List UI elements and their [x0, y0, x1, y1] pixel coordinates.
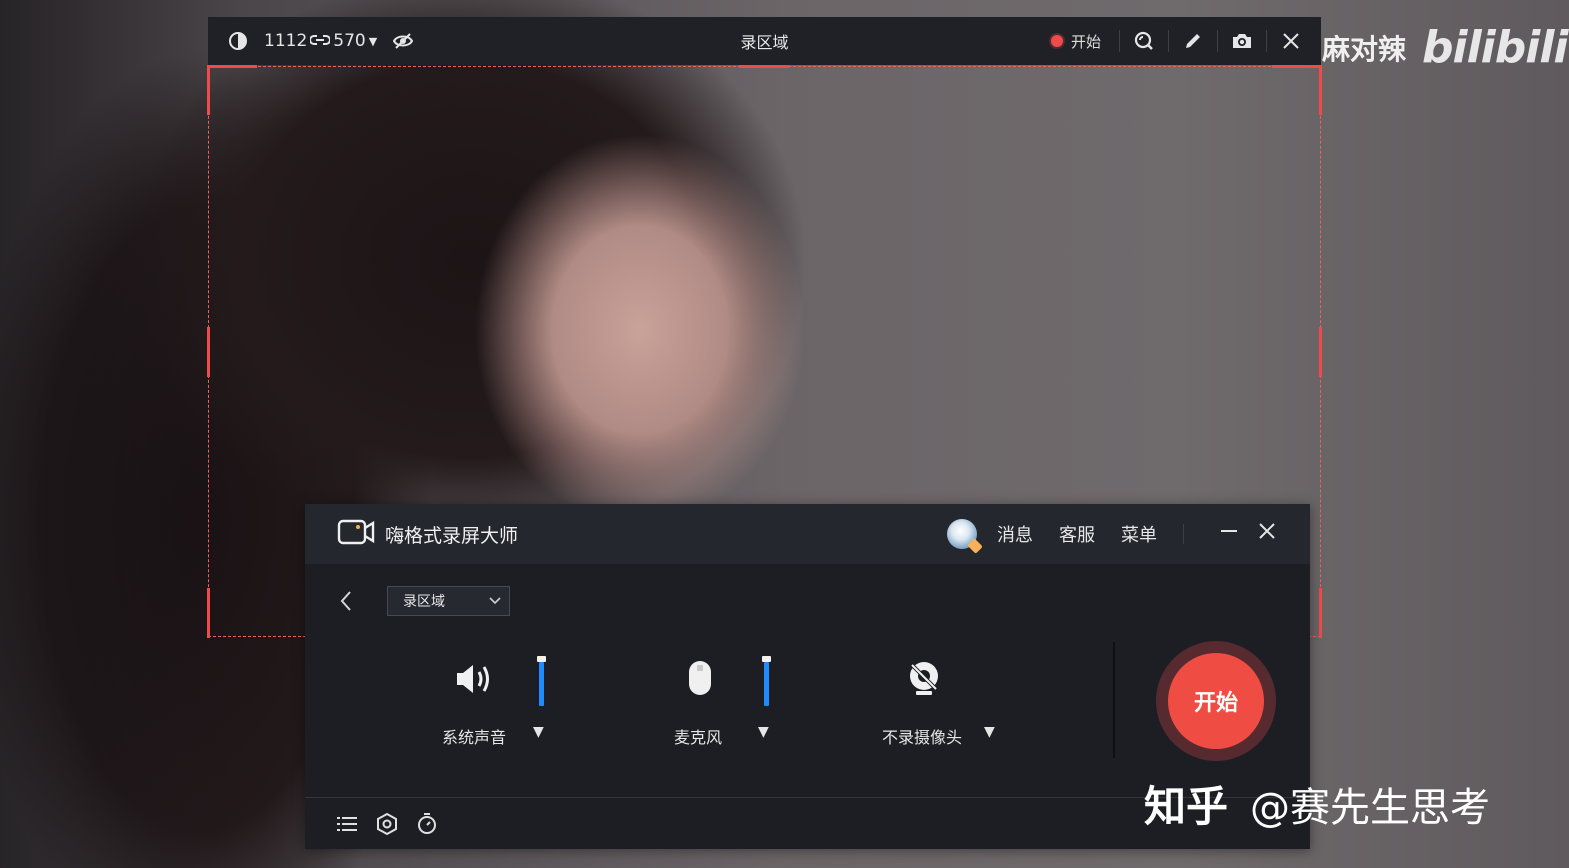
camera-screenshot-icon[interactable]: [1224, 23, 1260, 59]
toolbar-divider: [1119, 30, 1120, 52]
system-audio-label: 系统声音: [442, 728, 507, 747]
bilibili-logo: bilibili: [1422, 22, 1568, 73]
slider-track: [764, 662, 769, 706]
close-icon[interactable]: [1273, 23, 1309, 59]
resize-handle-top-left[interactable]: [207, 65, 210, 115]
magnifier-icon[interactable]: [1126, 23, 1162, 59]
app-title: 嗨格式录屏大师: [385, 524, 519, 547]
bilibili-watermark: 麻对辣 bilibili: [1322, 22, 1569, 73]
background-shade: [0, 0, 240, 868]
resize-handle-top-left[interactable]: [207, 65, 257, 68]
contrast-icon[interactable]: [220, 23, 256, 59]
slider-thumb[interactable]: [537, 656, 546, 662]
messages-link[interactable]: 消息: [997, 521, 1033, 547]
video-camera-icon: [337, 518, 375, 550]
chevron-down-icon: [489, 594, 501, 608]
back-arrow-icon[interactable]: [339, 589, 363, 619]
region-toolbar: 1112 570 ▼ 录区域 开始: [208, 17, 1321, 65]
resize-handle-bottom-left[interactable]: [207, 588, 210, 638]
controls-divider: [1113, 642, 1115, 758]
resize-handle-top-right[interactable]: [1272, 65, 1322, 68]
region-toolbar-left: 1112 570 ▼: [208, 23, 421, 59]
region-toolbar-right: 开始: [1039, 23, 1321, 59]
list-icon[interactable]: [335, 812, 359, 836]
watermark-site-name: 知乎: [1144, 782, 1229, 831]
record-mode-value: 录区域: [403, 594, 445, 610]
slider-track: [539, 662, 544, 706]
chevron-down-icon[interactable]: ▼: [533, 724, 544, 740]
minimize-icon[interactable]: [1214, 521, 1244, 547]
toolbar-divider: [1168, 30, 1169, 52]
header-divider: [1183, 524, 1184, 544]
toolbar-divider: [1266, 30, 1267, 52]
record-dot-icon: [1050, 35, 1063, 47]
toolbar-divider: [1217, 30, 1218, 52]
microphone-label: 麦克风: [674, 728, 723, 747]
region-start-label: 开始: [1070, 32, 1101, 51]
start-record-label: 开始: [1168, 653, 1264, 749]
microphone-icon[interactable]: [677, 656, 723, 702]
resize-handle-bottom-right[interactable]: [1319, 588, 1322, 638]
app-header-actions: 消息 客服 菜单: [947, 519, 1310, 549]
hide-eye-icon[interactable]: [385, 23, 421, 59]
resize-handle-right[interactable]: [1319, 327, 1322, 377]
resize-handle-top[interactable]: [739, 65, 789, 68]
app-logo: 嗨格式录屏大师: [305, 518, 518, 550]
resize-handle-left[interactable]: [207, 327, 210, 377]
support-link[interactable]: 客服: [1059, 521, 1095, 547]
microphone-volume-slider[interactable]: [762, 656, 771, 706]
speaker-icon[interactable]: [452, 656, 498, 702]
camera-label: 不录摄像头: [882, 728, 963, 747]
watermark-author: @赛先生思考: [1250, 784, 1491, 831]
settings-icon[interactable]: [375, 812, 399, 836]
pen-icon[interactable]: [1175, 23, 1211, 59]
link-icon[interactable]: [309, 31, 332, 51]
watermark-channel-name: 麻对辣: [1322, 32, 1407, 66]
chevron-down-icon[interactable]: ▼: [984, 724, 995, 740]
region-height-value[interactable]: 570: [333, 31, 365, 51]
zhihu-watermark: 知乎 @赛先生思考: [1144, 773, 1490, 834]
camera-off-icon[interactable]: [901, 656, 947, 702]
system-audio-volume-slider[interactable]: [537, 656, 546, 706]
app-header: 嗨格式录屏大师 消息 客服 菜单: [305, 504, 1310, 564]
menu-link[interactable]: 菜单: [1121, 521, 1157, 547]
start-record-button[interactable]: 开始: [1156, 641, 1276, 761]
region-dimensions[interactable]: 1112 570 ▼: [264, 31, 377, 51]
chevron-down-icon[interactable]: ▼: [369, 35, 377, 48]
slider-thumb[interactable]: [762, 656, 771, 662]
timer-icon[interactable]: [415, 812, 439, 836]
region-width-value[interactable]: 1112: [264, 31, 307, 51]
record-mode-select[interactable]: 录区域: [387, 586, 510, 616]
close-icon[interactable]: [1252, 521, 1282, 547]
avatar[interactable]: [947, 519, 977, 549]
chevron-down-icon[interactable]: ▼: [758, 724, 769, 740]
region-start-record-button[interactable]: 开始: [1039, 31, 1113, 52]
